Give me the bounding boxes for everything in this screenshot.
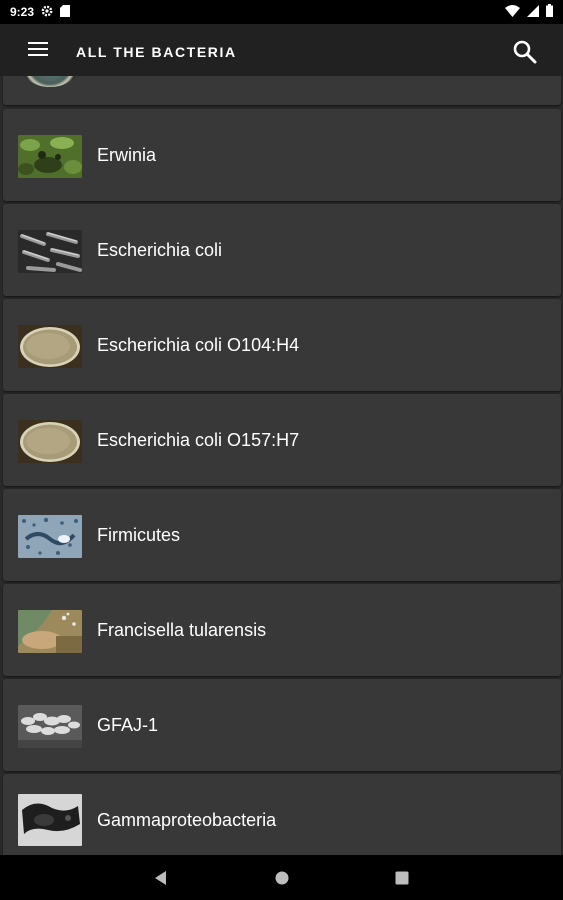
green-plant-thumbnail: [18, 135, 82, 178]
bacteria-list[interactable]: Erwinia Escherichia coli Escherichia col…: [0, 76, 563, 855]
cell-cluster-micrograph-thumbnail: [18, 705, 82, 748]
list-item[interactable]: Firmicutes: [3, 489, 561, 581]
home-icon[interactable]: [275, 871, 289, 890]
wifi-icon: [505, 4, 520, 20]
petri-dish-thumbnail: [18, 420, 82, 463]
blue-micrograph-thumbnail: [18, 515, 82, 558]
list-item-label: Escherichia coli O157:H7: [97, 429, 300, 450]
petri-dish-thumbnail: [18, 325, 82, 368]
list-item[interactable]: Francisella tularensis: [3, 584, 561, 676]
list-item[interactable]: [3, 76, 561, 105]
list-item[interactable]: Erwinia: [3, 109, 561, 201]
navigation-bar: [0, 855, 563, 900]
list-item-label: GFAJ-1: [97, 714, 159, 735]
status-left: 9:23: [10, 4, 71, 20]
status-right: [505, 4, 553, 20]
hamburger-menu-icon[interactable]: [28, 42, 48, 58]
list-item-label: Firmicutes: [97, 524, 181, 545]
dark-micrograph-thumbnail: [18, 794, 82, 846]
petri-dish-thumbnail: [20, 76, 80, 87]
rod-bacteria-micrograph-thumbnail: [18, 230, 82, 273]
signal-icon: [527, 4, 539, 20]
back-icon[interactable]: [153, 870, 167, 891]
list-item[interactable]: GFAJ-1: [3, 679, 561, 771]
status-bar: 9:23: [0, 0, 563, 24]
list-item-label: Escherichia coli: [97, 239, 223, 260]
list-item-label: Escherichia coli O104:H4: [97, 334, 300, 355]
app-title: ALL THE BACTERIA: [76, 44, 237, 60]
status-time: 9:23: [10, 5, 35, 19]
battery-icon: [546, 4, 553, 20]
list-item[interactable]: Escherichia coli O157:H7: [3, 394, 561, 486]
gear-icon: [41, 5, 53, 20]
app-bar: ALL THE BACTERIA: [0, 24, 563, 76]
list-item-label: Gammaproteobacteria: [97, 809, 277, 830]
list-item[interactable]: Escherichia coli: [3, 204, 561, 296]
list-item-label: Erwinia: [97, 144, 157, 165]
search-icon[interactable]: [512, 39, 538, 65]
list-item[interactable]: Gammaproteobacteria: [3, 774, 561, 855]
recents-icon[interactable]: [395, 871, 409, 890]
list-item[interactable]: Escherichia coli O104:H4: [3, 299, 561, 391]
sd-card-icon: [60, 4, 71, 20]
agar-culture-thumbnail: [18, 610, 82, 653]
list-item-label: Francisella tularensis: [97, 619, 267, 640]
